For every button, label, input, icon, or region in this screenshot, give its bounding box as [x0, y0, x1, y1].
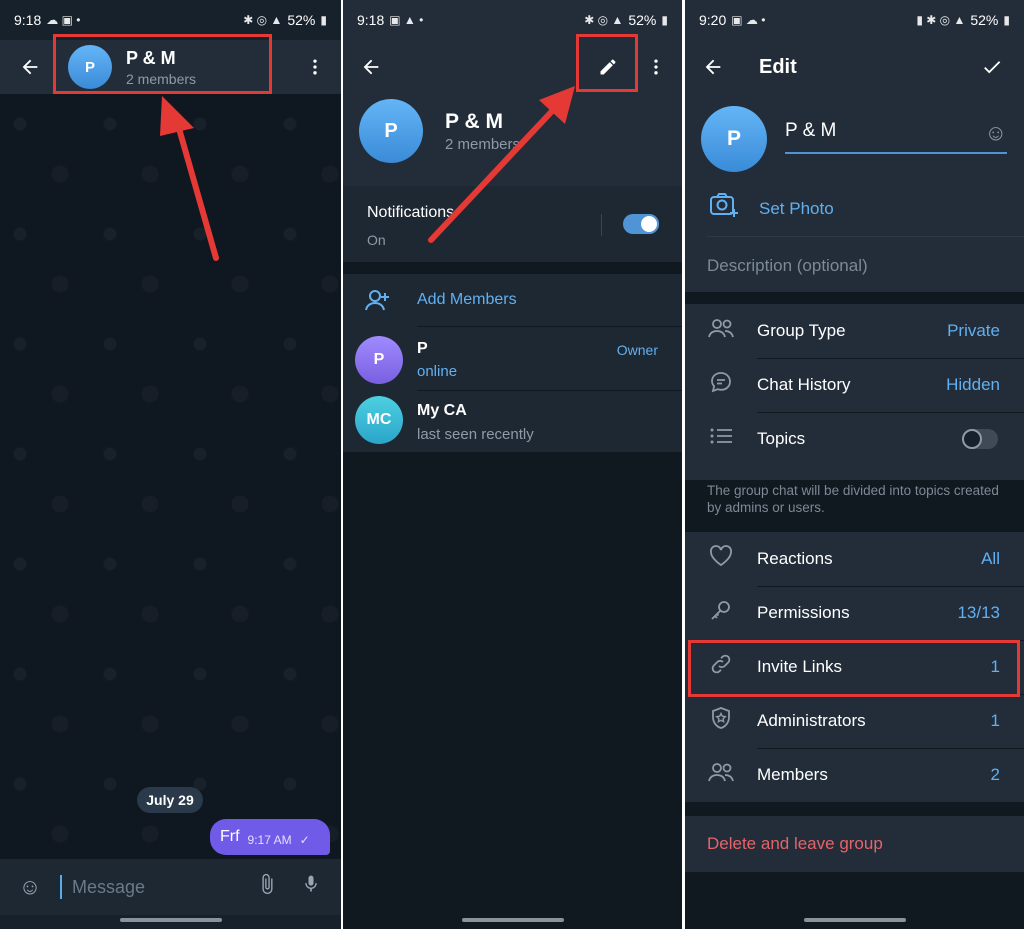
permissions-row[interactable]: Permissions 13/13: [685, 586, 1024, 640]
avatar-initials: MC: [366, 411, 392, 428]
highlight-box: [688, 640, 1020, 697]
members-row[interactable]: Members 2: [685, 748, 1024, 802]
member-name: My CA: [417, 402, 467, 419]
topics-row[interactable]: Topics: [685, 412, 1024, 466]
group-info-screen: 9:18 ▣ ▲ • ✱ ◎ ▲ 52% ▮ P P & M 2 members No…: [343, 0, 682, 929]
emoji-icon[interactable]: ☺: [8, 874, 52, 900]
message-time: 9:17 AM: [247, 833, 292, 847]
management-label: Members: [757, 765, 828, 784]
administrators-row[interactable]: Administrators 1: [685, 694, 1024, 748]
message-input[interactable]: Message: [60, 875, 245, 899]
edit-header: Edit: [685, 40, 1024, 94]
group-settings-section: Group Type Private Chat History Hidden T…: [685, 304, 1024, 534]
setting-label: Chat History: [757, 375, 851, 394]
edit-group-screen: 9:20 ▣ ☁ • ▮ ✱ ◎ ▲ 52% ▮ Edit P P & M ☺ Set…: [685, 0, 1024, 929]
avatar-letter: P: [726, 127, 741, 150]
avatar[interactable]: P: [701, 106, 767, 172]
delete-and-leave-button[interactable]: Delete and leave group: [707, 834, 883, 854]
delete-section: Delete and leave group: [685, 816, 1024, 872]
message-text: Frf: [220, 828, 240, 845]
management-label: Administrators: [757, 711, 866, 730]
notification-icons: ▣ ☁ •: [731, 13, 766, 27]
divider: [417, 390, 682, 391]
set-photo-label: Set Photo: [759, 199, 834, 218]
message-composer: ☺ Message: [0, 859, 341, 915]
setting-label: Topics: [757, 429, 806, 448]
chat-screen: 9:18 ☁ ▣ • ✱ ◎ ▲ 52% ▮ P P & M 2 members Ju…: [0, 0, 341, 929]
management-value: 2: [990, 765, 1000, 784]
setting-label: Group Type: [757, 321, 846, 340]
management-value: All: [981, 549, 1000, 568]
chat-bubble-icon: [685, 370, 757, 400]
battery-level: 52%: [970, 12, 999, 28]
management-value: 1: [990, 711, 1000, 730]
divider: [417, 326, 682, 327]
member-role: Owner: [616, 342, 658, 358]
add-person-icon: [363, 288, 391, 317]
chat-history-row[interactable]: Chat History Hidden: [685, 358, 1024, 412]
avatar: MC: [355, 396, 403, 444]
message-bubble[interactable]: Frf 9:17 AM ✓: [210, 819, 330, 855]
topics-note: The group chat will be divided into topi…: [685, 480, 1024, 534]
emoji-icon[interactable]: ☺: [985, 120, 1007, 146]
member-status: last seen recently: [417, 426, 534, 443]
key-icon: [685, 598, 757, 628]
attach-icon[interactable]: [245, 873, 289, 901]
topics-toggle[interactable]: [962, 429, 998, 449]
edit-title: Edit: [759, 55, 797, 78]
add-members-label: Add Members: [417, 291, 517, 308]
member-status: online: [417, 363, 458, 380]
setting-value: Private: [947, 321, 1000, 340]
member-row[interactable]: MC My CA last seen recently: [343, 394, 682, 450]
group-name-input[interactable]: P & M ☺: [785, 120, 1007, 154]
group-name-value: P & M: [785, 120, 837, 141]
avatar-initials: P: [373, 351, 385, 368]
avatar: P: [355, 336, 403, 384]
description-input[interactable]: Description (optional): [707, 256, 868, 276]
divider: [707, 236, 1024, 237]
people-icon: [685, 318, 757, 344]
shield-icon: [685, 706, 757, 736]
home-indicator: [803, 918, 906, 922]
member-name: P: [417, 340, 428, 357]
set-photo-row[interactable]: Set Photo: [685, 186, 1024, 232]
home-indicator: [119, 918, 222, 922]
heart-icon: [685, 545, 757, 573]
management-value: 13/13: [957, 603, 1000, 622]
microphone-icon[interactable]: [289, 873, 333, 901]
status-time: 9:20: [699, 12, 727, 28]
group-details-section: P P & M ☺ Set Photo Description (optiona…: [685, 94, 1024, 292]
setting-value: Hidden: [946, 375, 1000, 394]
group-type-row[interactable]: Group Type Private: [685, 304, 1024, 358]
back-arrow-icon[interactable]: [689, 43, 737, 91]
member-row[interactable]: P P online Owner: [343, 332, 682, 388]
reactions-row[interactable]: Reactions All: [685, 532, 1024, 586]
add-members-row[interactable]: Add Members: [343, 274, 682, 326]
list-icon: [685, 426, 757, 452]
home-indicator: [461, 918, 564, 922]
status-bar: 9:20 ▣ ☁ • ▮ ✱ ◎ ▲ 52% ▮: [685, 0, 1024, 40]
camera-add-icon: [709, 192, 739, 223]
annotation-arrow: [428, 86, 575, 243]
date-chip: July 29: [137, 787, 203, 813]
battery-icon: ▮: [1003, 13, 1010, 27]
check-icon: ✓: [299, 833, 310, 847]
annotation-arrow: [160, 96, 219, 261]
checkmark-icon[interactable]: [968, 43, 1016, 91]
management-label: Reactions: [757, 549, 833, 568]
connectivity-icons: ▮ ✱ ◎ ▲: [916, 13, 966, 27]
members-section: Add Members P P online Owner MC My CA la…: [343, 274, 682, 452]
management-label: Permissions: [757, 603, 850, 622]
people-icon: [685, 762, 757, 788]
